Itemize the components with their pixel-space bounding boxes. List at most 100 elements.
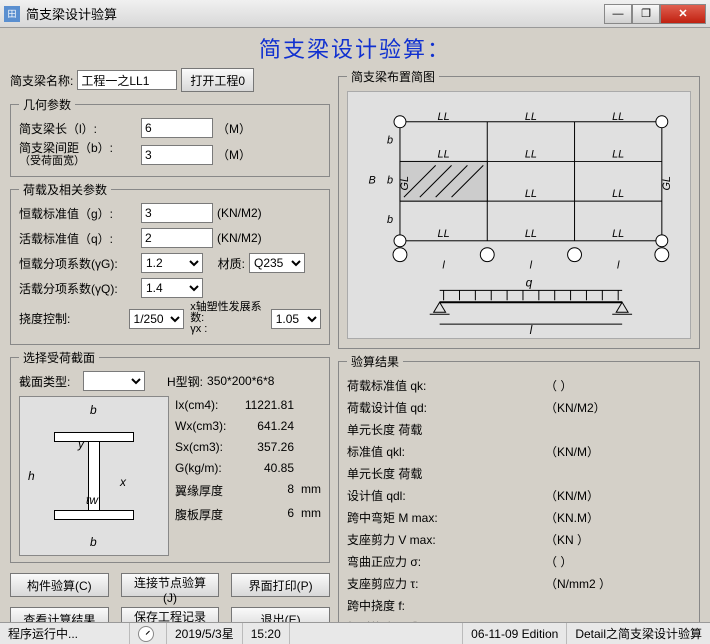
status-running: 程序运行中... <box>0 623 130 644</box>
prop-label: G(kg/m): <box>175 461 235 475</box>
q-label: 活载标准值（q）: <box>19 230 137 247</box>
status-date: 2019/5/3星 <box>167 623 243 644</box>
spacing-unit: （M） <box>217 146 251 163</box>
result-value <box>471 575 541 591</box>
calc-member-button[interactable]: 构件验算(C) <box>10 573 109 597</box>
loads-legend: 荷载及相关参数 <box>19 181 111 198</box>
result-row: 单元长度 荷载 <box>347 462 691 484</box>
section-prop-row: Sx(cm3):357.26 <box>175 440 321 454</box>
prop-value: 357.26 <box>238 440 294 454</box>
name-input[interactable] <box>77 70 177 90</box>
spacing-input[interactable] <box>141 145 213 165</box>
section-legend: 选择受荷截面 <box>19 349 99 366</box>
result-label: 标准值 qkl: <box>347 443 467 460</box>
hsteel-value: 350*200*6*8 <box>207 374 274 388</box>
name-row: 简支梁名称: 打开工程0 <box>10 68 330 92</box>
yg-select[interactable]: 1.2 <box>141 253 203 273</box>
layout-legend: 简支梁布置简图 <box>347 68 439 85</box>
prop-label: 翼缘厚度 <box>175 482 235 499</box>
geometry-group: 几何参数 简支梁长（l）: （M） 简支梁间距（b）: （受荷面宽） （M） <box>10 96 330 177</box>
g-label: 恒载标准值（g）: <box>19 205 137 222</box>
result-value <box>471 399 541 415</box>
result-row: 跨中弯矩 M max:（KN.M） <box>347 506 691 528</box>
geometry-legend: 几何参数 <box>19 96 75 113</box>
svg-text:LL: LL <box>525 188 537 200</box>
close-button[interactable] <box>660 4 706 24</box>
section-diagram: b b h x y tw <box>19 396 169 556</box>
prop-unit <box>297 398 321 412</box>
calc-joint-button[interactable]: 连接节点验算(J) <box>121 573 220 597</box>
result-unit: （N/mm2 ） <box>545 575 615 592</box>
open-project-button[interactable]: 打开工程0 <box>181 68 254 92</box>
prop-value: 641.24 <box>238 419 294 433</box>
plastic-label: x轴塑性发展系数: γx : <box>190 302 267 335</box>
prop-label: Wx(cm3): <box>175 419 235 433</box>
clock-icon <box>138 626 154 642</box>
result-label: 跨中弯矩 M max: <box>347 509 467 526</box>
print-button[interactable]: 界面打印(P) <box>231 573 330 597</box>
loads-group: 荷载及相关参数 恒载标准值（g）: (KN/M2) 活载标准值（q）: (KN/… <box>10 181 330 345</box>
svg-text:l: l <box>442 260 445 272</box>
svg-text:GL: GL <box>399 176 411 191</box>
section-prop-row: 腹板厚度6mm <box>175 506 321 523</box>
section-prop-row: Ix(cm4):11221.81 <box>175 398 321 412</box>
status-time: 15:20 <box>243 623 290 644</box>
svg-text:b: b <box>387 135 393 147</box>
results-group: 验算结果 荷载标准值 qk:（ ）荷载设计值 qd:（KN/M2）单元长度 荷载… <box>338 353 700 625</box>
svg-text:LL: LL <box>612 188 624 200</box>
mat-label: 材质: <box>207 255 245 272</box>
status-clock <box>130 623 167 644</box>
result-label: 支座剪应力 τ: <box>347 575 467 592</box>
svg-text:LL: LL <box>438 111 450 123</box>
q-input[interactable] <box>141 228 213 248</box>
result-label: 支座剪力 V max: <box>347 531 467 548</box>
result-value <box>471 487 541 503</box>
svg-text:LL: LL <box>525 148 537 160</box>
hsteel-label: H型钢: <box>167 373 203 390</box>
section-prop-row: Wx(cm3):641.24 <box>175 419 321 433</box>
result-row: 支座剪力 V max:（KN ） <box>347 528 691 550</box>
svg-text:l: l <box>617 260 620 272</box>
window-title: 简支梁设计验算 <box>26 4 604 23</box>
yq-select[interactable]: 1.4 <box>141 278 203 298</box>
sectype-label: 截面类型: <box>19 373 79 390</box>
result-value <box>471 443 541 459</box>
maximize-button[interactable]: ❐ <box>632 4 660 24</box>
section-prop-row: G(kg/m):40.85 <box>175 461 321 475</box>
result-row: 单元长度 荷载 <box>347 418 691 440</box>
deflection-select[interactable]: 1/250 <box>129 309 185 329</box>
status-detail: Detail之简支梁设计验算 <box>567 623 710 644</box>
page-title: 简支梁设计验算： <box>10 32 700 64</box>
svg-text:LL: LL <box>612 111 624 123</box>
section-type-select[interactable] <box>83 371 145 391</box>
g-input[interactable] <box>141 203 213 223</box>
yg-label: 恒载分项系数(γG): <box>19 255 137 272</box>
result-value <box>471 465 541 481</box>
result-row: 荷载标准值 qk:（ ） <box>347 374 691 396</box>
spacing-label: 简支梁间距（b）: （受荷面宽） <box>19 142 137 167</box>
g-unit: (KN/M2) <box>217 206 262 220</box>
svg-text:LL: LL <box>612 148 624 160</box>
result-value <box>471 553 541 569</box>
prop-label: Sx(cm3): <box>175 440 235 454</box>
result-row: 设计值 qdl:（KN/M） <box>347 484 691 506</box>
prop-label: 腹板厚度 <box>175 506 235 523</box>
result-label: 跨中挠度 f: <box>347 597 467 614</box>
result-row: 跨中挠度 f: <box>347 594 691 616</box>
result-value <box>471 597 541 613</box>
layout-group: 简支梁布置简图 <box>338 68 700 349</box>
span-input[interactable] <box>141 118 213 138</box>
svg-text:LL: LL <box>438 148 450 160</box>
result-unit: （ ） <box>545 377 615 394</box>
result-label: 设计值 qdl: <box>347 487 467 504</box>
defl-label: 挠度控制: <box>19 310 125 327</box>
plastic-select[interactable]: 1.05 <box>271 309 321 329</box>
result-label: 荷载设计值 qd: <box>347 399 467 416</box>
prop-value: 8 <box>238 482 294 499</box>
minimize-button[interactable]: — <box>604 4 632 24</box>
svg-text:GL: GL <box>661 176 673 191</box>
material-select[interactable]: Q235 <box>249 253 305 273</box>
result-unit: （KN/M） <box>545 443 615 460</box>
result-value <box>471 377 541 393</box>
results-legend: 验算结果 <box>347 353 403 370</box>
